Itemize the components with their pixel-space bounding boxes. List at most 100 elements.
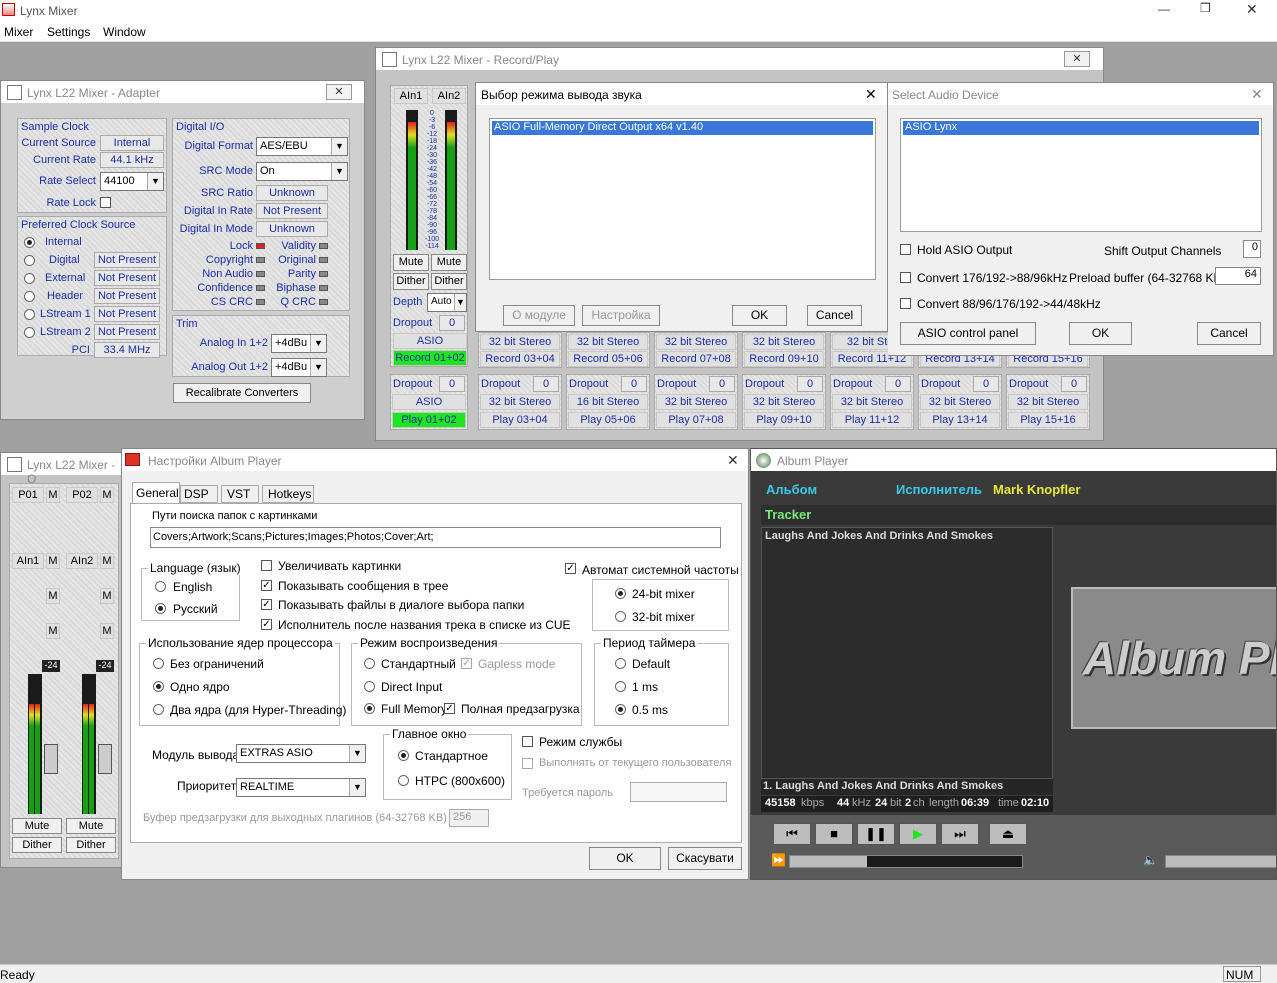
rate-select-dropdown[interactable]: 44100 ▼ <box>100 172 164 191</box>
paths-input[interactable]: Covers;Artwork;Scans;Pictures;Images;Pho… <box>150 527 721 548</box>
radio-lstream2[interactable] <box>24 327 35 338</box>
m-label-5[interactable]: M <box>46 588 60 604</box>
convert-176-checkbox[interactable] <box>900 272 911 283</box>
m-label-1[interactable]: M <box>46 487 60 503</box>
radio-internal[interactable] <box>24 237 35 248</box>
asio-control-panel-button[interactable]: ASIO control panel <box>900 322 1036 345</box>
play-channel-name[interactable]: Play 07+08 <box>656 412 736 428</box>
m-label-7[interactable]: M <box>46 623 60 639</box>
cancel-button[interactable]: Cancel <box>807 305 862 326</box>
volume-bar[interactable] <box>1165 855 1276 868</box>
radio-english[interactable] <box>155 581 166 592</box>
hold-asio-checkbox[interactable] <box>900 244 911 255</box>
ok-button[interactable]: OK <box>732 305 787 326</box>
minimize-icon[interactable]: — <box>1158 2 1170 16</box>
close-icon[interactable]: ✕ <box>1251 86 1263 103</box>
m-label-8[interactable]: M <box>100 623 114 639</box>
record-01-02[interactable]: Record 01+02 <box>393 350 467 366</box>
radio-two-cores[interactable] <box>153 704 164 715</box>
radio-full-memory[interactable] <box>364 703 375 714</box>
src-mode-dropdown[interactable]: On ▼ <box>256 162 348 181</box>
asio-device-item[interactable]: ASIO Lynx <box>903 121 1259 135</box>
radio-direct-input[interactable] <box>364 681 375 692</box>
out-mute-1[interactable]: Mute <box>12 818 62 834</box>
close-icon[interactable]: ✕ <box>727 452 739 469</box>
tab-hotkeys[interactable]: Hotkeys <box>262 485 314 503</box>
radio-main-htpc[interactable] <box>398 775 409 786</box>
close-icon[interactable]: ✕ <box>865 86 877 103</box>
about-button[interactable]: О модуле <box>503 305 575 326</box>
radio-timer-1ms[interactable] <box>615 681 626 692</box>
artist-after-title-checkbox[interactable]: ✓ <box>261 619 272 630</box>
enlarge-images-checkbox[interactable] <box>261 560 272 571</box>
recalibrate-button[interactable]: Recalibrate Converters <box>173 383 311 403</box>
radio-24bit-mixer[interactable] <box>615 588 626 599</box>
play-channel-name[interactable]: Play 13+14 <box>920 412 1000 428</box>
convert-88-checkbox[interactable] <box>900 298 911 309</box>
tab-dsp[interactable]: DSP <box>180 485 218 503</box>
m-label-6[interactable]: M <box>100 588 114 604</box>
analog-in-dropdown[interactable]: +4dBu ▼ <box>271 334 327 353</box>
dither-button-2[interactable]: Dither <box>431 273 467 290</box>
fader-out2[interactable] <box>98 744 112 774</box>
out-dither-1[interactable]: Dither <box>12 837 62 853</box>
settings-cancel-button[interactable]: Скасувати <box>668 847 742 870</box>
m-label-4[interactable]: M <box>100 553 114 569</box>
radio-main-standard[interactable] <box>398 750 409 761</box>
asio-device-list[interactable]: ASIO Lynx <box>900 118 1262 232</box>
play-channel-name[interactable]: Play 05+06 <box>568 412 648 428</box>
settings-ok-button[interactable]: OK <box>589 847 661 870</box>
rec-channel-name[interactable]: Record 07+08 <box>656 351 736 367</box>
shift-channels-input[interactable]: 0 <box>1243 240 1261 258</box>
tab-general[interactable]: General <box>132 482 180 504</box>
buffer-input[interactable]: 256 <box>449 809 489 827</box>
tray-messages-checkbox[interactable]: ✓ <box>261 580 272 591</box>
menu-settings[interactable]: Settings <box>47 25 90 39</box>
preload-buffer-input[interactable]: 64 <box>1215 267 1261 285</box>
m-label-3[interactable]: M <box>46 553 60 569</box>
radio-timer-default[interactable] <box>615 658 626 669</box>
menu-window[interactable]: Window <box>103 25 146 39</box>
close-icon[interactable]: ✕ <box>326 84 352 100</box>
play-button[interactable]: ▶ <box>899 823 937 845</box>
play-channel-name[interactable]: Play 03+04 <box>480 412 560 428</box>
stop-button[interactable]: ■ <box>815 823 853 845</box>
menu-mixer[interactable]: Mixer <box>4 25 33 39</box>
pause-button[interactable]: ❚❚ <box>857 823 895 845</box>
out-mute-2[interactable]: Mute <box>66 818 116 834</box>
playlist-panel[interactable]: Laughs And Jokes And Drinks And Smokes <box>761 527 1053 779</box>
radio-one-core[interactable] <box>153 681 164 692</box>
play-channel-name[interactable]: Play 01+02 <box>392 412 466 428</box>
run-as-user-checkbox[interactable] <box>522 758 533 769</box>
m-label-2[interactable]: M <box>100 487 114 503</box>
module-dropdown[interactable]: EXTRAS ASIO ▼ <box>236 744 366 763</box>
fader-out1[interactable] <box>44 744 58 774</box>
seek-bar[interactable] <box>789 855 1023 868</box>
output-module-list[interactable]: ASIO Full-Memory Direct Output x64 v1.40 <box>489 118 876 280</box>
radio-external[interactable] <box>24 273 35 284</box>
mute-button-1[interactable]: Mute <box>393 254 429 271</box>
dither-button-1[interactable]: Dither <box>393 273 429 290</box>
radio-standard[interactable] <box>364 658 375 669</box>
service-mode-checkbox[interactable] <box>522 736 533 747</box>
output-module-item[interactable]: ASIO Full-Memory Direct Output x64 v1.40 <box>492 121 873 135</box>
radio-russian[interactable] <box>155 603 166 614</box>
priority-dropdown[interactable]: REALTIME ▼ <box>236 778 366 797</box>
setup-button[interactable]: Настройка <box>582 305 660 326</box>
play-channel-name[interactable]: Play 09+10 <box>744 412 824 428</box>
fast-forward-icon[interactable]: ⏩ <box>771 853 786 867</box>
out-dither-2[interactable]: Dither <box>66 837 116 853</box>
rec-channel-name[interactable]: Record 03+04 <box>480 351 560 367</box>
radio-lstream1[interactable] <box>24 309 35 320</box>
gapless-checkbox[interactable]: ✓ <box>461 658 472 669</box>
rec-channel-name[interactable]: Record 09+10 <box>744 351 824 367</box>
rec-channel-name[interactable]: Record 05+06 <box>568 351 648 367</box>
next-button[interactable]: ⏭ <box>941 823 979 845</box>
digital-format-dropdown[interactable]: AES/EBU ▼ <box>256 137 348 156</box>
radio-digital[interactable] <box>24 255 35 266</box>
tab-vst[interactable]: VST <box>221 485 259 503</box>
radio-header[interactable] <box>24 291 35 302</box>
close-icon[interactable]: ✕ <box>1246 1 1258 18</box>
asio-cancel-button[interactable]: Cancel <box>1197 322 1261 345</box>
play-channel-name[interactable]: Play 15+16 <box>1008 412 1088 428</box>
